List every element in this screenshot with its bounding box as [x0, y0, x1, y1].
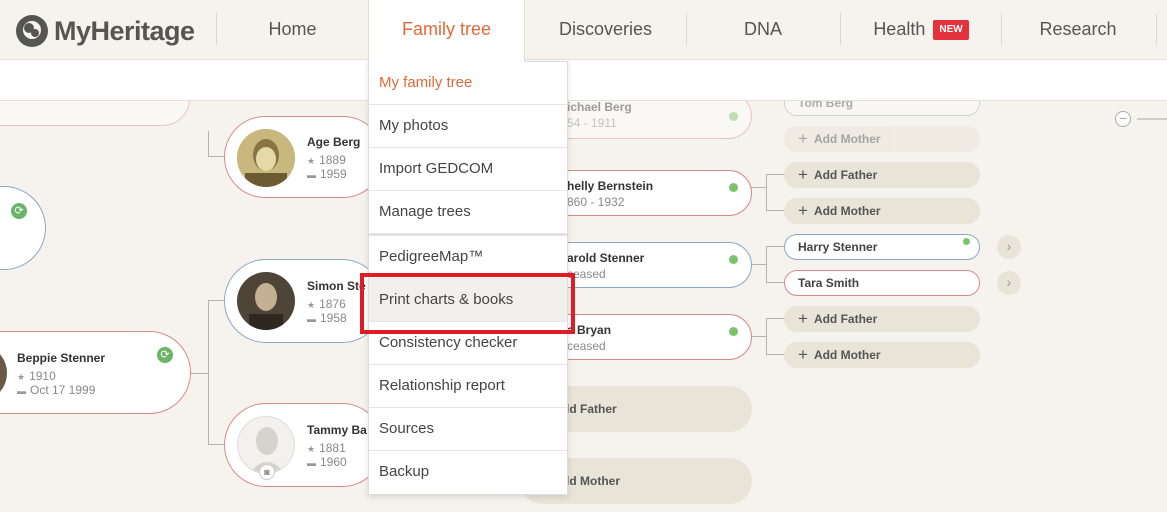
status-dot: [963, 238, 970, 245]
zoom-slider[interactable]: [1137, 118, 1167, 120]
birth-fact: ★ 1910: [17, 369, 56, 383]
status-dot: [729, 112, 738, 121]
nav-research[interactable]: Research: [1003, 0, 1153, 60]
nav-divider: [1156, 13, 1157, 45]
person-pill-harry[interactable]: Harry Stenner: [784, 234, 980, 260]
zoom-out-icon[interactable]: −: [1115, 111, 1131, 127]
new-badge: NEW: [933, 20, 969, 40]
sync-icon: ⟳: [11, 203, 27, 219]
person-photo[interactable]: [0, 344, 7, 402]
top-navigation: MyHeritage Home Family tree Discoveries …: [0, 0, 1167, 62]
connector: [766, 246, 767, 282]
person-name: Tammy Ba: [307, 423, 367, 437]
death-fact: ▬ 1959: [307, 167, 347, 181]
family-tree-canvas[interactable]: − ★1957 ⟳ Beppie Stenner ★1910 ▬Oct 17 1…: [0, 101, 1167, 512]
connector: [766, 174, 767, 210]
menu-relationship-report[interactable]: Relationship report: [369, 365, 567, 408]
connector: [190, 373, 208, 374]
nav-divider: [840, 13, 841, 45]
death-fact: ▬ 1958: [307, 311, 347, 325]
person-card-partial[interactable]: ★1957: [0, 101, 190, 126]
connector: [208, 300, 209, 444]
add-mother-button[interactable]: + Add Mother: [784, 342, 980, 368]
connector: [766, 282, 784, 283]
person-photo[interactable]: [237, 129, 295, 187]
connector: [750, 187, 766, 188]
person-card-simon[interactable]: Simon Ste ★ 1876 ▬ 1958: [224, 259, 384, 343]
sync-icon: ⟳: [157, 347, 173, 363]
connector: [766, 354, 784, 355]
life-dates: 860 - 1932: [567, 195, 625, 209]
person-name: arold Stenner: [567, 251, 645, 265]
nav-divider: [686, 13, 687, 45]
connector: [750, 264, 766, 265]
person-photo[interactable]: [237, 272, 295, 330]
life-dates: 54 - 1911: [567, 116, 617, 130]
connector: [766, 318, 767, 354]
birth-fact: ★ 1889: [307, 153, 346, 167]
person-pill-tara[interactable]: Tara Smith: [784, 270, 980, 296]
menu-consistency-checker[interactable]: Consistency checker: [369, 322, 567, 365]
nav-divider: [216, 13, 217, 45]
menu-pedigreemap[interactable]: PedigreeMap™: [369, 236, 567, 279]
nav-dna[interactable]: DNA: [688, 0, 838, 60]
person-name: ichael Berg: [567, 101, 632, 114]
add-father-button[interactable]: + Add Father: [784, 162, 980, 188]
status-dot: [729, 327, 738, 336]
add-father-button[interactable]: + Add Father: [784, 306, 980, 332]
myheritage-logo[interactable]: MyHeritage: [14, 13, 195, 49]
menu-my-family-tree[interactable]: My family tree: [369, 62, 567, 105]
status-dot: [729, 255, 738, 264]
person-pill-tom[interactable]: Tom Berg: [784, 101, 980, 116]
menu-manage-trees[interactable]: Manage trees: [369, 191, 567, 236]
logo-text: MyHeritage: [54, 15, 195, 46]
add-mother-button[interactable]: + Add Mother: [784, 198, 980, 224]
status-dot: [729, 183, 738, 192]
nav-health[interactable]: Health NEW: [842, 0, 1000, 60]
death-fact: ▬ Oct 17 1999: [17, 383, 96, 397]
tree-toolbar: [0, 60, 1167, 101]
death-fact: ▬ 1960: [307, 455, 347, 469]
person-card-age-berg[interactable]: Age Berg ★ 1889 ▬ 1959: [224, 116, 384, 198]
person-name: Beppie Stenner: [17, 351, 106, 365]
person-card-tammy[interactable]: ◙ Tammy Ba ★ 1881 ▬ 1960: [224, 403, 384, 487]
nav-home[interactable]: Home: [220, 0, 365, 60]
person-card-beppie[interactable]: Beppie Stenner ★ 1910 ▬ Oct 17 1999 ⟳: [0, 331, 191, 414]
connector: [766, 318, 784, 319]
person-name: helly Bernstein: [567, 179, 654, 193]
person-name: Simon Ste: [307, 279, 366, 293]
birth-fact: ★ 1876: [307, 297, 346, 311]
menu-backup[interactable]: Backup: [369, 451, 567, 494]
person-name: Harry Stenner: [798, 240, 878, 254]
add-mother-button[interactable]: + Add Mother: [784, 126, 980, 152]
connector: [208, 131, 209, 156]
person-name: Tara Smith: [798, 276, 860, 290]
family-tree-dropdown: My family tree My photos Import GEDCOM M…: [368, 61, 568, 495]
nav-divider: [1001, 13, 1002, 45]
person-card-root[interactable]: ⟳: [0, 186, 46, 270]
menu-print-charts-books[interactable]: Print charts & books: [369, 279, 567, 322]
nav-family-tree[interactable]: Family tree: [368, 0, 525, 62]
nav-health-label: Health: [873, 19, 926, 39]
menu-sources[interactable]: Sources: [369, 408, 567, 451]
menu-import-gedcom[interactable]: Import GEDCOM: [369, 148, 567, 191]
menu-my-photos[interactable]: My photos: [369, 105, 567, 148]
connector: [766, 210, 784, 211]
logo-icon: [14, 13, 50, 49]
life-dates: ceased: [567, 339, 606, 353]
connector: [766, 246, 784, 247]
person-name: a Bryan: [567, 323, 612, 337]
expand-arrow-icon[interactable]: ›: [997, 235, 1021, 259]
life-dates: ceased: [567, 267, 606, 281]
birth-fact: ★ 1881: [307, 441, 346, 455]
connector: [766, 174, 784, 175]
expand-arrow-icon[interactable]: ›: [997, 271, 1021, 295]
person-name: Age Berg: [307, 135, 361, 149]
camera-icon[interactable]: ◙: [259, 464, 275, 480]
connector: [750, 336, 766, 337]
nav-discoveries[interactable]: Discoveries: [527, 0, 684, 60]
